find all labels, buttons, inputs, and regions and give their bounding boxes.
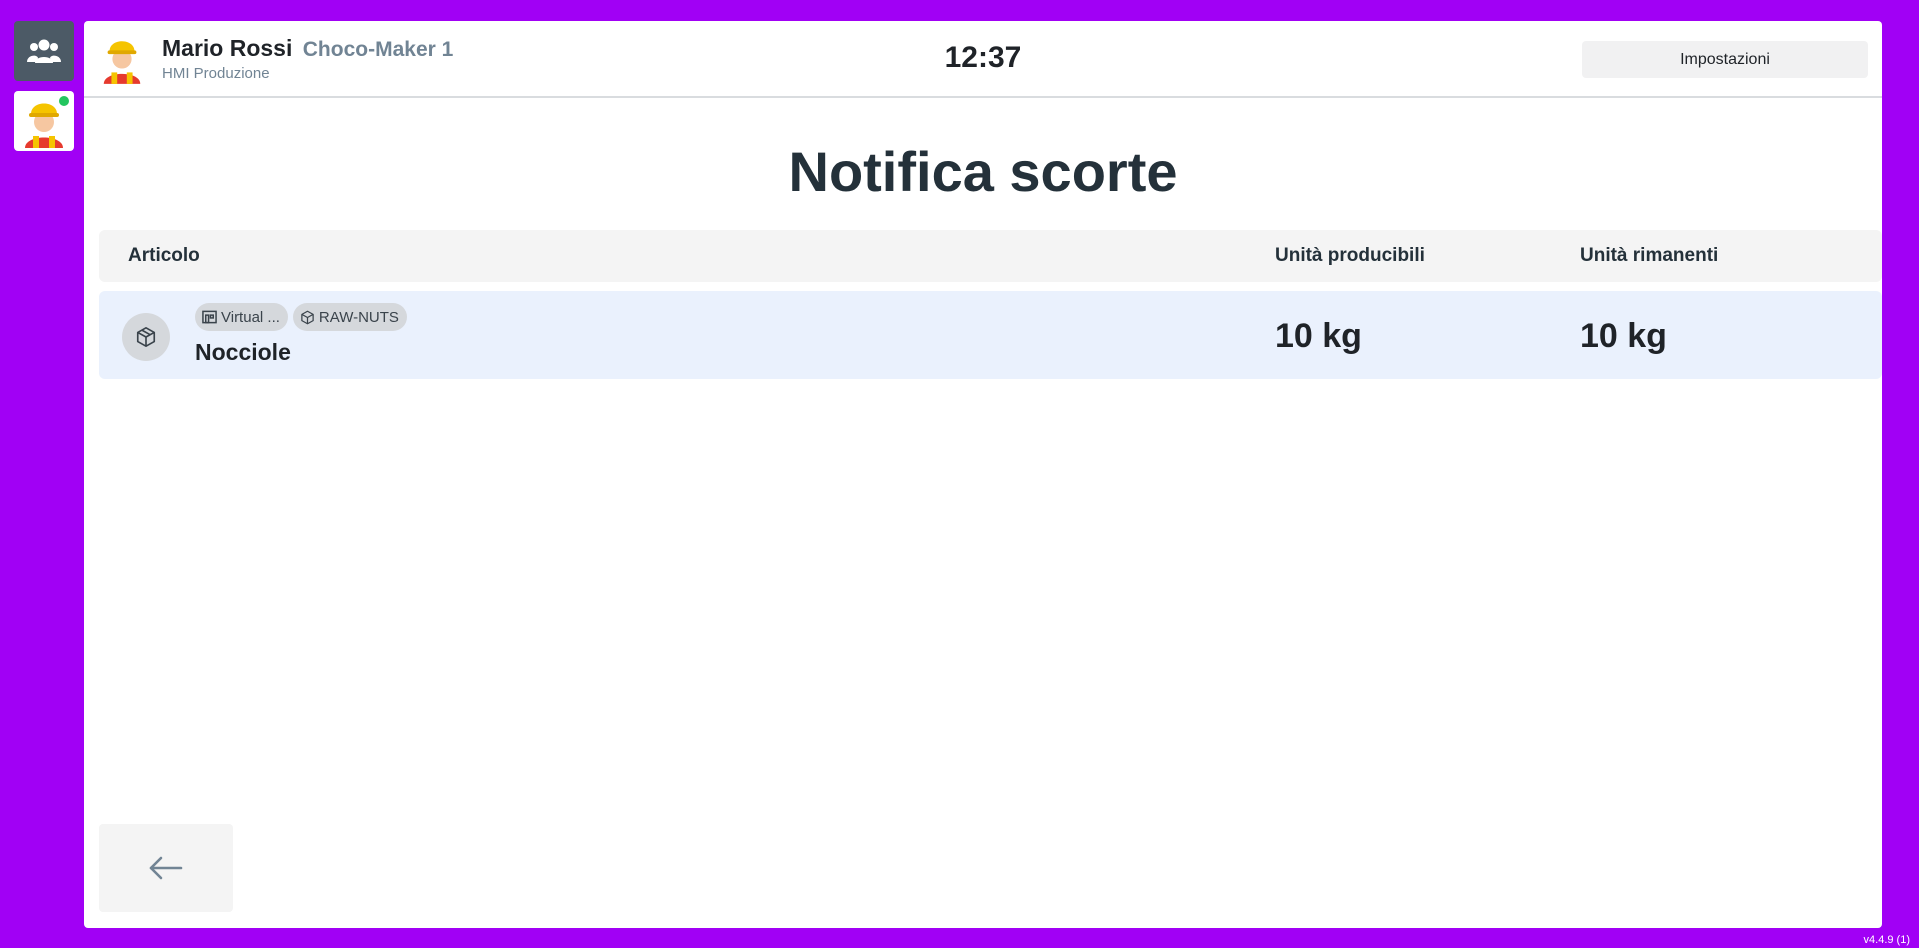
back-button[interactable] (99, 824, 233, 912)
producible-units: 10 kg (1275, 317, 1362, 355)
warehouse-tag: Virtual ... (195, 303, 288, 331)
package-icon (136, 327, 156, 347)
left-rail (14, 21, 74, 161)
main-panel: Mario Rossi Choco-Maker 1 HMI Produzione… (84, 21, 1882, 928)
settings-button[interactable]: Impostazioni (1582, 41, 1868, 78)
item-tags: Virtual ... RAW-NUTS (195, 303, 407, 331)
warehouse-tag-label: Virtual ... (221, 308, 280, 326)
top-bar: Mario Rossi Choco-Maker 1 HMI Produzione… (84, 21, 1882, 98)
current-user-button[interactable] (14, 91, 74, 151)
page-title: Notifica scorte (788, 140, 1178, 203)
users-icon (27, 39, 61, 63)
remaining-units: 10 kg (1580, 317, 1667, 355)
sku-tag: RAW-NUTS (292, 303, 407, 331)
table-header: Articolo Unità producibili Unità rimanen… (99, 230, 1882, 282)
package-icon (301, 310, 314, 324)
item-name: Nocciole (195, 339, 291, 365)
app-version: v4.4.9 (1) (1863, 934, 1910, 946)
column-header-item: Articolo (128, 245, 200, 266)
arrow-left-icon (149, 856, 183, 880)
item-icon (122, 313, 170, 361)
column-header-producible: Unità producibili (1275, 245, 1425, 266)
online-status-dot (57, 94, 71, 108)
table-row[interactable]: Virtual ... RAW-NUTS Nocciole 10 kg 10 k… (99, 291, 1882, 379)
team-button[interactable] (14, 21, 74, 81)
warehouse-icon (202, 310, 217, 324)
column-header-remaining: Unità rimanenti (1580, 245, 1719, 266)
sku-tag-label: RAW-NUTS (318, 308, 399, 326)
